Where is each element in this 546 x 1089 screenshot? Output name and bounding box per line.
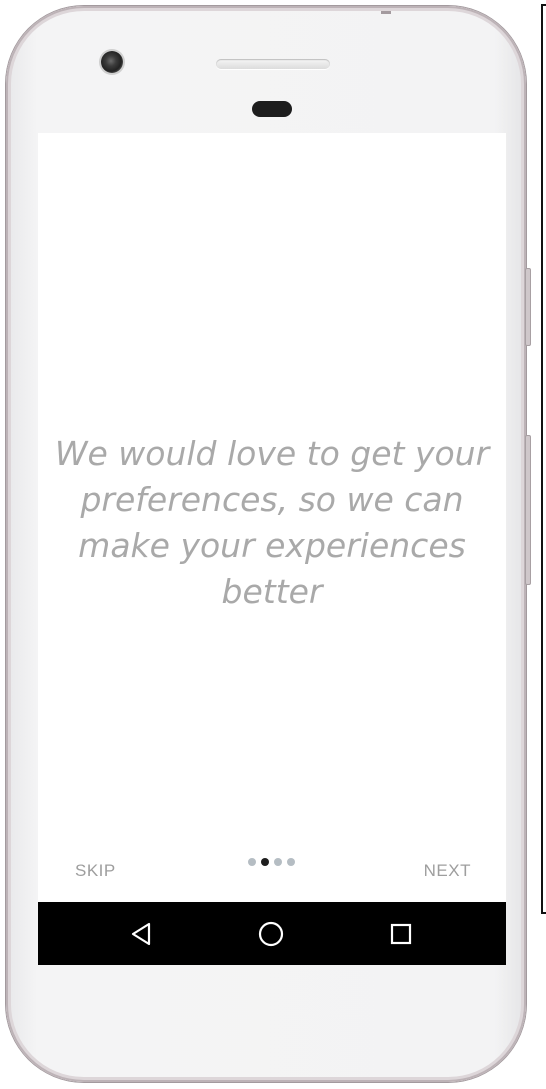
home-button[interactable]: [241, 902, 301, 965]
volume-button: [525, 268, 531, 346]
phone-top-seam: [381, 11, 391, 14]
page-dot: [287, 858, 295, 866]
app-screen: We would love to get your preferences, s…: [38, 133, 506, 965]
skip-button[interactable]: SKIP: [75, 861, 116, 881]
frame-edge: [541, 912, 546, 914]
phone-frame: We would love to get your preferences, s…: [6, 6, 526, 1082]
page: We would love to get your preferences, s…: [0, 0, 546, 1089]
home-circle-icon: [258, 921, 284, 946]
back-triangle-icon: [131, 922, 151, 945]
system-navigation-bar: [38, 902, 506, 965]
recents-button[interactable]: [371, 902, 431, 965]
recents-square-icon: [390, 923, 412, 944]
next-button[interactable]: NEXT: [424, 861, 471, 881]
proximity-sensor: [252, 101, 292, 117]
page-indicator: [248, 858, 295, 866]
back-button[interactable]: [112, 902, 172, 965]
onboarding-message: We would love to get your preferences, s…: [54, 434, 490, 611]
page-dot-active: [261, 858, 269, 866]
page-dot: [274, 858, 282, 866]
page-dot: [248, 858, 256, 866]
earpiece-speaker: [216, 59, 330, 69]
power-button: [525, 435, 531, 585]
front-camera: [101, 51, 123, 73]
frame-edge: [541, 4, 543, 914]
